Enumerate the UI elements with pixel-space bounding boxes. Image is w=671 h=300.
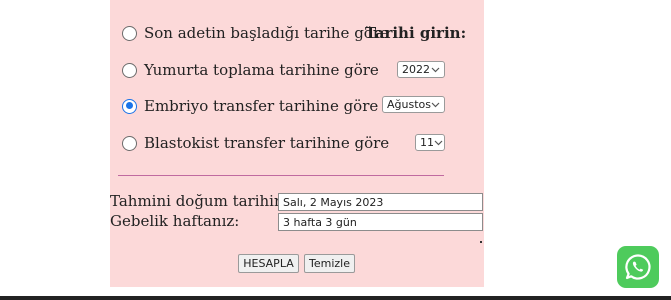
month-value: Ağustos [387, 98, 431, 111]
option-last-period[interactable]: Son adetin başladığı tarihe göre [122, 24, 389, 42]
month-select[interactable]: Ağustos [382, 96, 445, 113]
option-label: Embriyo transfer tarihine göre [144, 97, 379, 115]
divider [118, 175, 444, 176]
option-label: Yumurta toplama tarihine göre [144, 61, 379, 79]
date-heading: Tarihi girin: [365, 24, 467, 42]
day-value: 11 [420, 136, 434, 149]
option-blastocyst-transfer[interactable]: Blastokist transfer tarihine göre [122, 134, 389, 152]
option-egg-retrieval[interactable]: Yumurta toplama tarihine göre [122, 61, 379, 79]
radio-last-period[interactable] [122, 25, 137, 41]
due-date-field[interactable]: Salı, 2 Mayıs 2023 [278, 193, 483, 211]
clear-button[interactable]: Temizle [304, 254, 355, 273]
pregnancy-week-label: Gebelik haftanız: [110, 212, 240, 230]
screen-bottom-edge [0, 296, 671, 300]
calculate-button[interactable]: HESAPLA [238, 254, 299, 273]
due-date-label: Tahmini doğum tarihiniz: [110, 192, 302, 210]
chevron-down-icon [431, 67, 440, 73]
option-label: Blastokist transfer tarihine göre [144, 134, 390, 152]
radio-embryo-transfer[interactable] [122, 98, 137, 114]
option-label: Son adetin başladığı tarihe göre [144, 24, 389, 42]
radio-egg-retrieval[interactable] [122, 62, 137, 78]
day-select[interactable]: 11 [415, 134, 445, 151]
whatsapp-icon[interactable] [617, 246, 659, 288]
calculator-panel: Son adetin başladığı tarihe göre Tarihi … [110, 0, 484, 287]
radio-blastocyst-transfer[interactable] [122, 135, 137, 151]
pregnancy-week-field[interactable]: 3 hafta 3 gün [278, 213, 483, 231]
year-select[interactable]: 2022 [397, 61, 445, 78]
chevron-down-icon [434, 140, 443, 146]
dot-marker [480, 241, 482, 243]
option-embryo-transfer[interactable]: Embriyo transfer tarihine göre [122, 97, 378, 115]
chevron-down-icon [431, 102, 440, 108]
year-value: 2022 [402, 63, 430, 76]
